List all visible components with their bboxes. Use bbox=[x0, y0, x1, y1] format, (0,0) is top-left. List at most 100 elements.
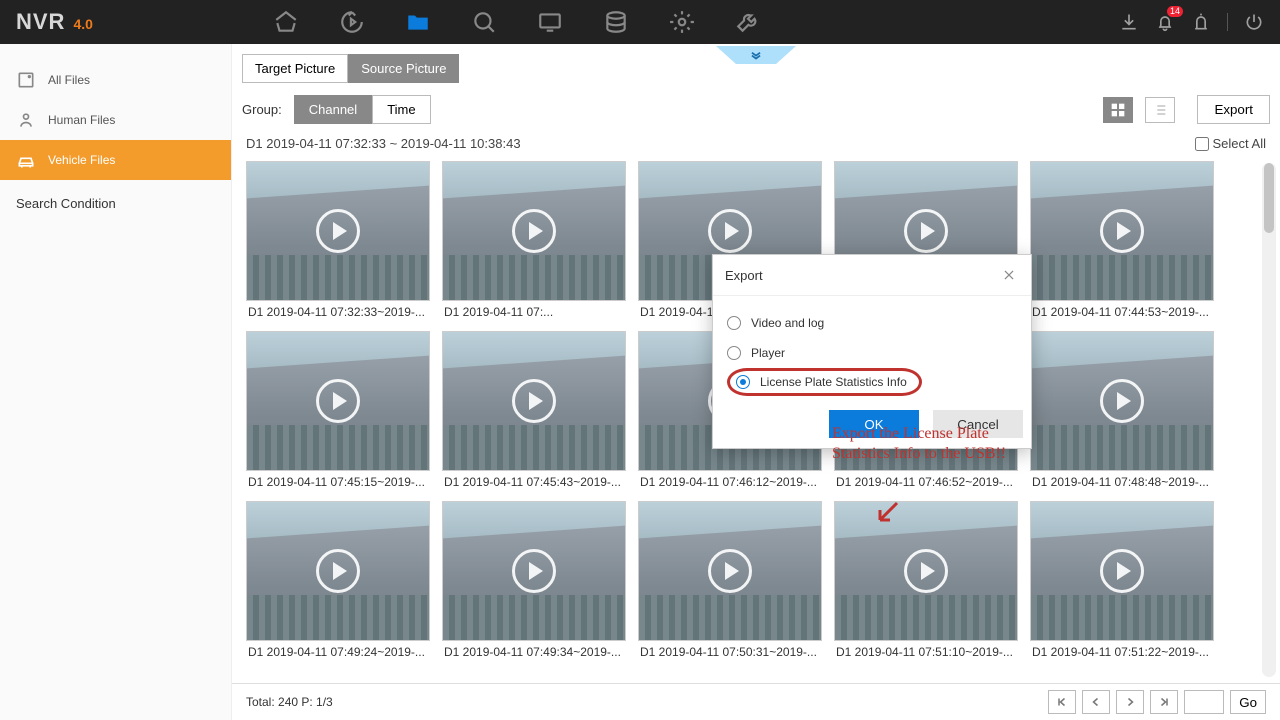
result-card[interactable]: D1 2019-04-11 07:51:10~2019-... bbox=[834, 501, 1018, 659]
page-last-button[interactable] bbox=[1150, 690, 1178, 714]
page-next-button[interactable] bbox=[1116, 690, 1144, 714]
result-card[interactable]: D1 2019-04-11 07:49:34~2019-... bbox=[442, 501, 626, 659]
select-all-label: Select All bbox=[1213, 136, 1266, 151]
footer: Total: 240 P: 1/3 Go bbox=[232, 683, 1280, 720]
content-area: Target Picture Source Picture Group: Cha… bbox=[232, 44, 1280, 720]
radio-player[interactable]: Player bbox=[727, 338, 1017, 368]
page-go-button[interactable]: Go bbox=[1230, 690, 1266, 714]
export-dialog: Export Video and log Player License Plat… bbox=[712, 254, 1032, 449]
top-right: 14 bbox=[1119, 12, 1264, 32]
scrollbar-thumb[interactable] bbox=[1264, 163, 1274, 233]
result-card[interactable]: D1 2019-04-11 07:45:43~2019-... bbox=[442, 331, 626, 489]
sidebar-item-label: Human Files bbox=[48, 113, 115, 127]
thumbnail[interactable] bbox=[246, 331, 430, 471]
search-condition-label[interactable]: Search Condition bbox=[0, 180, 231, 227]
group-label: Group: bbox=[242, 102, 282, 117]
thumbnail[interactable] bbox=[1030, 501, 1214, 641]
play-icon[interactable] bbox=[512, 209, 556, 253]
caption: D1 2019-04-11 07:51:10~2019-... bbox=[834, 641, 1018, 659]
export-button[interactable]: Export bbox=[1197, 95, 1270, 124]
close-icon[interactable] bbox=[999, 265, 1019, 285]
tab-row: Target Picture Source Picture bbox=[232, 44, 1280, 83]
tag-icon[interactable] bbox=[273, 9, 299, 35]
sidebar-item-label: Vehicle Files bbox=[48, 153, 115, 167]
view-list-button[interactable] bbox=[1145, 97, 1175, 123]
caption: D1 2019-04-11 07:45:43~2019-... bbox=[442, 471, 626, 489]
sidebar: All Files Human Files Vehicle Files Sear… bbox=[0, 44, 232, 720]
radio-label: License Plate Statistics Info bbox=[760, 375, 907, 389]
result-card[interactable]: D1 2019-04-11 07:51:22~2019-... bbox=[1030, 501, 1214, 659]
sidebar-item-vehicle-files[interactable]: Vehicle Files bbox=[0, 140, 231, 180]
sidebar-item-human-files[interactable]: Human Files bbox=[0, 100, 231, 140]
thumbnail[interactable] bbox=[638, 501, 822, 641]
thumbnail[interactable] bbox=[246, 161, 430, 301]
annotation-text: Export the License Plate Statistics Info… bbox=[832, 424, 1032, 464]
play-icon[interactable] bbox=[904, 209, 948, 253]
result-card[interactable]: D1 2019-04-11 07:45:15~2019-... bbox=[246, 331, 430, 489]
thumbnail[interactable] bbox=[246, 501, 430, 641]
thumbnail[interactable] bbox=[442, 501, 626, 641]
thumbnail[interactable] bbox=[442, 331, 626, 471]
result-card[interactable]: D1 2019-04-11 07:32:33~2019-... bbox=[246, 161, 430, 319]
play-icon[interactable] bbox=[708, 209, 752, 253]
alarm-icon[interactable] bbox=[1191, 12, 1211, 32]
thumbnail[interactable] bbox=[1030, 161, 1214, 301]
caption: D1 2019-04-11 07:... bbox=[442, 301, 626, 319]
sidebar-item-label: All Files bbox=[48, 73, 90, 87]
brand: NVR 4.0 bbox=[16, 9, 93, 35]
radio-license-plate[interactable]: License Plate Statistics Info bbox=[736, 375, 907, 389]
play-icon[interactable] bbox=[708, 549, 752, 593]
bell-icon[interactable]: 14 bbox=[1155, 12, 1175, 32]
play-icon[interactable] bbox=[1100, 209, 1144, 253]
view-grid-button[interactable] bbox=[1103, 97, 1133, 123]
play-icon[interactable] bbox=[904, 549, 948, 593]
caption: D1 2019-04-11 07:46:12~2019-... bbox=[638, 471, 822, 489]
group-time-button[interactable]: Time bbox=[372, 95, 430, 124]
gear-icon[interactable] bbox=[669, 9, 695, 35]
expand-chevron[interactable] bbox=[716, 46, 796, 64]
radio-icon bbox=[727, 316, 741, 330]
result-card[interactable]: D1 2019-04-11 07:44:53~2019-... bbox=[1030, 161, 1214, 319]
top-bar: NVR 4.0 14 bbox=[0, 0, 1280, 44]
play-icon[interactable] bbox=[316, 379, 360, 423]
wrench-icon[interactable] bbox=[735, 9, 761, 35]
thumbnail[interactable] bbox=[442, 161, 626, 301]
select-all[interactable]: Select All bbox=[1195, 136, 1266, 151]
play-icon[interactable] bbox=[1100, 549, 1144, 593]
monitor-icon[interactable] bbox=[537, 9, 563, 35]
brand-version: 4.0 bbox=[73, 16, 92, 32]
search-icon[interactable] bbox=[471, 9, 497, 35]
play-icon[interactable] bbox=[512, 549, 556, 593]
download-icon[interactable] bbox=[1119, 12, 1139, 32]
play-icon[interactable] bbox=[316, 549, 360, 593]
select-all-checkbox[interactable] bbox=[1195, 137, 1209, 151]
page-first-button[interactable] bbox=[1048, 690, 1076, 714]
folder-icon[interactable] bbox=[405, 9, 431, 35]
group-channel-button[interactable]: Channel bbox=[294, 95, 372, 124]
radio-video-and-log[interactable]: Video and log bbox=[727, 308, 1017, 338]
page-prev-button[interactable] bbox=[1082, 690, 1110, 714]
files-icon bbox=[16, 70, 36, 90]
result-card[interactable]: D1 2019-04-11 07:48:48~2019-... bbox=[1030, 331, 1214, 489]
power-icon[interactable] bbox=[1244, 12, 1264, 32]
playback-icon[interactable] bbox=[339, 9, 365, 35]
play-icon[interactable] bbox=[512, 379, 556, 423]
result-card[interactable]: D1 2019-04-11 07:50:31~2019-... bbox=[638, 501, 822, 659]
tab-target-picture[interactable]: Target Picture bbox=[242, 54, 348, 83]
result-card[interactable]: D1 2019-04-11 07:... bbox=[442, 161, 626, 319]
radio-label: Video and log bbox=[751, 316, 824, 330]
sidebar-item-all-files[interactable]: All Files bbox=[0, 60, 231, 100]
storage-icon[interactable] bbox=[603, 9, 629, 35]
play-icon[interactable] bbox=[316, 209, 360, 253]
tab-source-picture[interactable]: Source Picture bbox=[348, 54, 459, 83]
vertical-scrollbar[interactable] bbox=[1262, 163, 1276, 677]
page-input[interactable] bbox=[1184, 690, 1224, 714]
human-icon bbox=[16, 110, 36, 130]
time-range-label: D1 2019-04-11 07:32:33 ~ 2019-04-11 10:3… bbox=[246, 136, 521, 151]
radio-label: Player bbox=[751, 346, 785, 360]
caption: D1 2019-04-11 07:50:31~2019-... bbox=[638, 641, 822, 659]
result-card[interactable]: D1 2019-04-11 07:49:24~2019-... bbox=[246, 501, 430, 659]
thumbnail[interactable] bbox=[834, 501, 1018, 641]
thumbnail[interactable] bbox=[1030, 331, 1214, 471]
play-icon[interactable] bbox=[1100, 379, 1144, 423]
